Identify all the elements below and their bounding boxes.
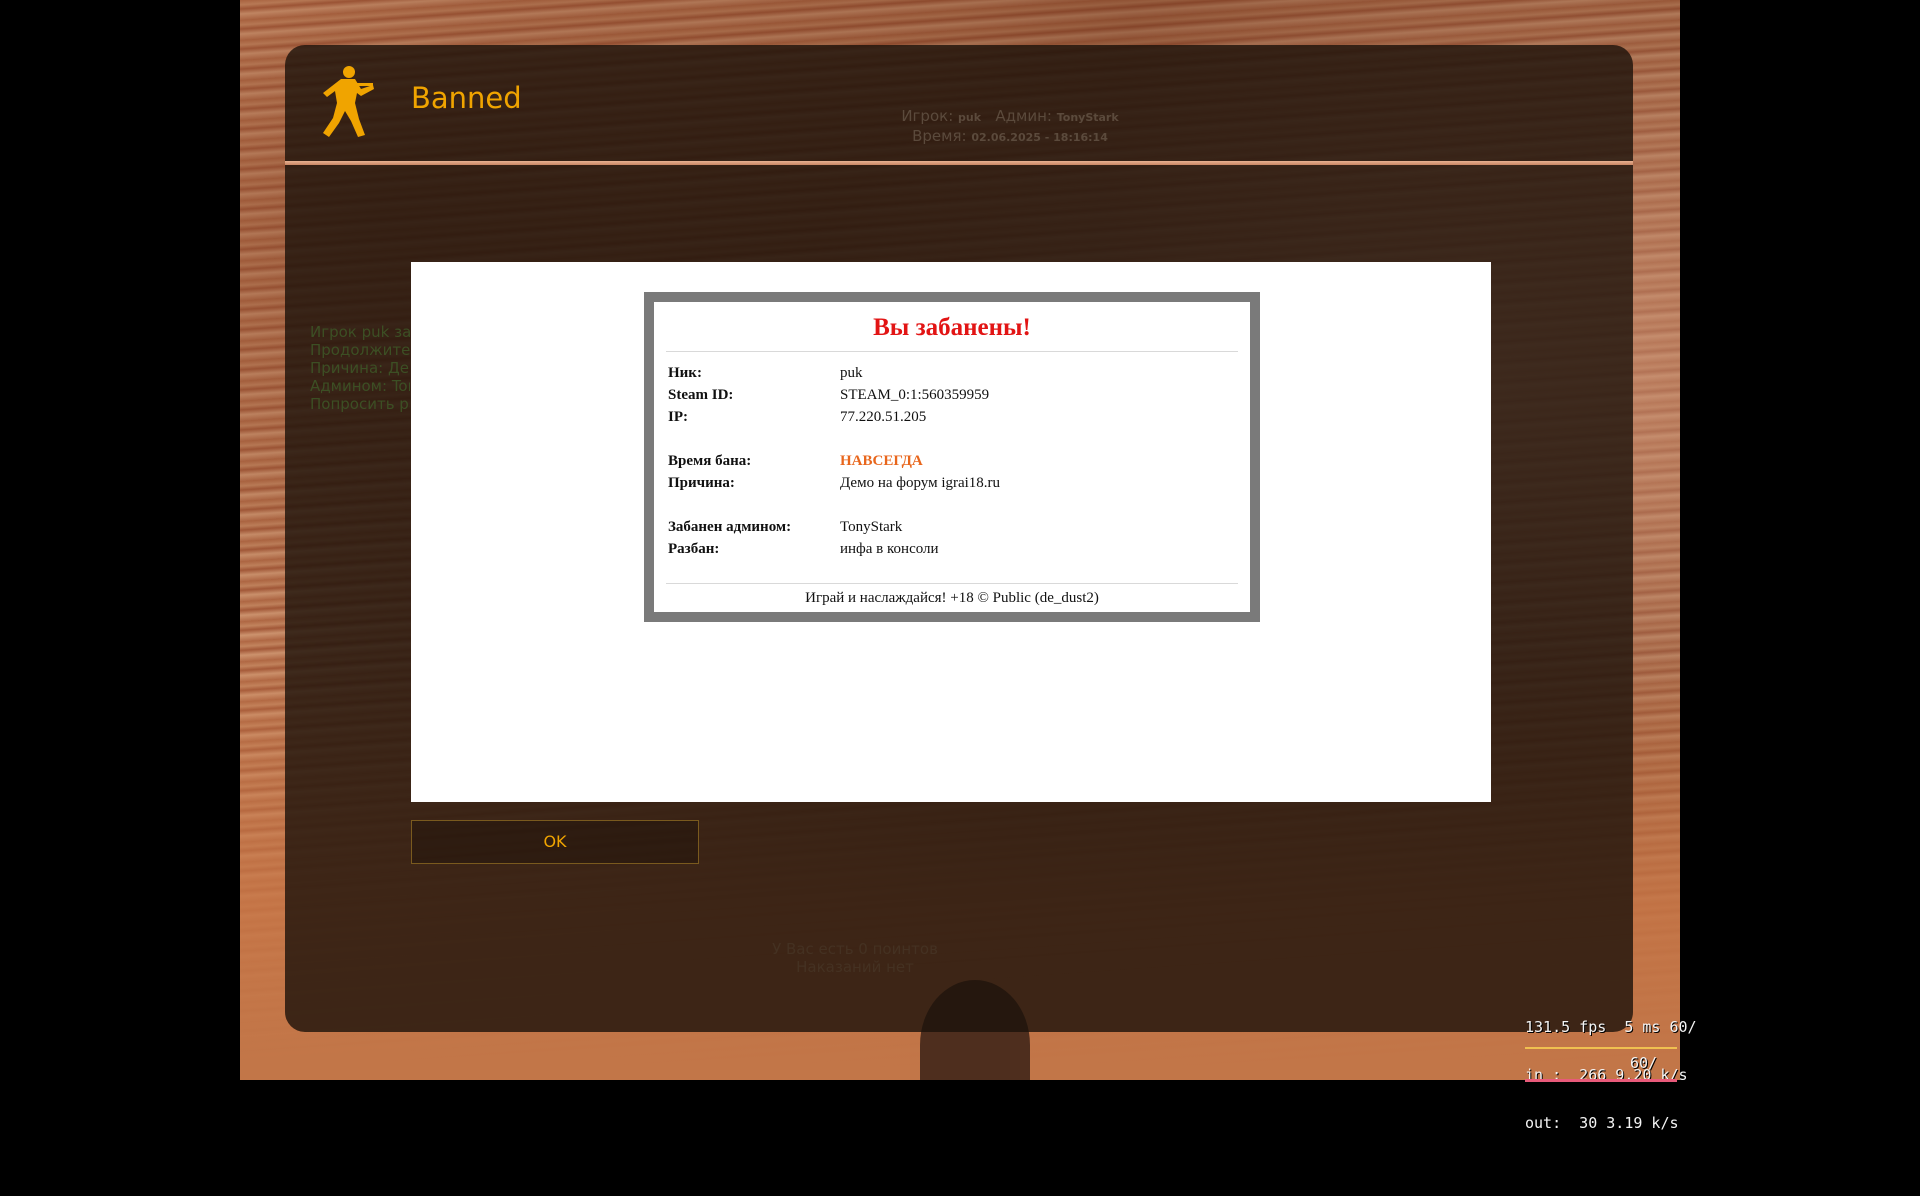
- time-label: Время:: [912, 127, 967, 145]
- row-label: Ник:: [668, 365, 702, 381]
- row-label: Разбан:: [668, 541, 720, 557]
- row-label: Причина:: [668, 475, 735, 491]
- netgraph-bar: [1525, 1047, 1677, 1049]
- ban-row-ip: IP: 77.220.51.205: [668, 406, 1228, 428]
- bottom-notes: У Вас есть 0 поинтов Наказаний нет: [725, 940, 985, 976]
- row-spacer: [668, 494, 1228, 516]
- row-value: Демо на форум igrai18.ru: [840, 475, 1001, 491]
- side-note: Игрок puk заб: [310, 323, 410, 341]
- points-note: У Вас есть 0 поинтов: [772, 940, 938, 958]
- row-value: 77.220.51.205: [840, 409, 927, 425]
- counter-strike-logo-icon: [323, 66, 374, 137]
- row-label: IP:: [668, 409, 688, 425]
- ban-row-duration: Время бана: НАВСЕГДА: [668, 450, 1228, 472]
- player-label: Игрок:: [901, 107, 954, 125]
- side-note: Попросить ра: [310, 395, 410, 413]
- side-note: Причина: Дем: [310, 359, 410, 377]
- player-name: puk: [958, 111, 982, 124]
- ban-details: Ник: puk Steam ID: STEAM_0:1:560359959 I…: [668, 362, 1228, 560]
- admin-label: Админ:: [995, 107, 1052, 125]
- row-label: Steam ID:: [668, 387, 734, 403]
- side-note: Админом: Tony: [310, 377, 410, 395]
- ban-row-unban: Разбан: инфа в консоли: [668, 538, 1228, 560]
- ban-row-nick: Ник: puk: [668, 362, 1228, 384]
- ok-button[interactable]: OK: [411, 820, 699, 864]
- row-value: инфа в консоли: [840, 541, 939, 557]
- time-value: 02.06.2025 - 18:16:14: [971, 131, 1108, 144]
- row-spacer: [668, 428, 1228, 450]
- punishments-note: Наказаний нет: [796, 958, 914, 976]
- net-graph: 131.5 fps 5 ms 60/ in : 266 9.20 k/s out…: [1525, 987, 1697, 1195]
- ban-dialog: Banned Игрок: puk Админ: TonyStark Время…: [285, 45, 1633, 1032]
- row-value: STEAM_0:1:560359959: [840, 387, 990, 403]
- ban-title: Вы забанены!: [873, 314, 1031, 341]
- header-info: Игрок: puk Админ: TonyStark Время: 02.06…: [860, 107, 1160, 147]
- dialog-header: Banned Игрок: puk Админ: TonyStark Время…: [285, 45, 1633, 161]
- motd-panel[interactable]: Вы забанены! Ник: puk Steam ID: STEAM_0:…: [411, 262, 1491, 802]
- ban-row-reason: Причина: Демо на форум igrai18.ru: [668, 472, 1228, 494]
- dialog-title: Banned: [411, 81, 522, 115]
- admin-name: TonyStark: [1056, 111, 1119, 124]
- side-note: Продолжите: [310, 341, 410, 359]
- ban-info-box: Вы забанены! Ник: puk Steam ID: STEAM_0:…: [644, 292, 1260, 622]
- ban-footer: Играй и наслаждайся! +18 © Public (de_du…: [805, 590, 1099, 606]
- divider: [666, 583, 1238, 584]
- netgraph-out-line: out: 30 3.19 k/s: [1525, 1114, 1679, 1132]
- netgraph-rate: 60/: [1630, 1054, 1658, 1072]
- netgraph-bar: [1525, 1079, 1677, 1082]
- row-label: Время бана:: [668, 453, 752, 469]
- header-divider: [285, 161, 1633, 165]
- row-value: puk: [840, 365, 863, 381]
- ban-duration-value: НАВСЕГДА: [840, 453, 923, 469]
- ban-row-steamid: Steam ID: STEAM_0:1:560359959: [668, 384, 1228, 406]
- row-value: TonyStark: [840, 519, 903, 535]
- netgraph-fps-line: 131.5 fps 5 ms 60/: [1525, 1018, 1697, 1036]
- row-label: Забанен админом:: [668, 519, 792, 535]
- divider: [666, 351, 1238, 352]
- side-notes: Игрок puk заб Продолжите Причина: Дем Ад…: [310, 323, 410, 413]
- ban-row-admin: Забанен админом: TonyStark: [668, 516, 1228, 538]
